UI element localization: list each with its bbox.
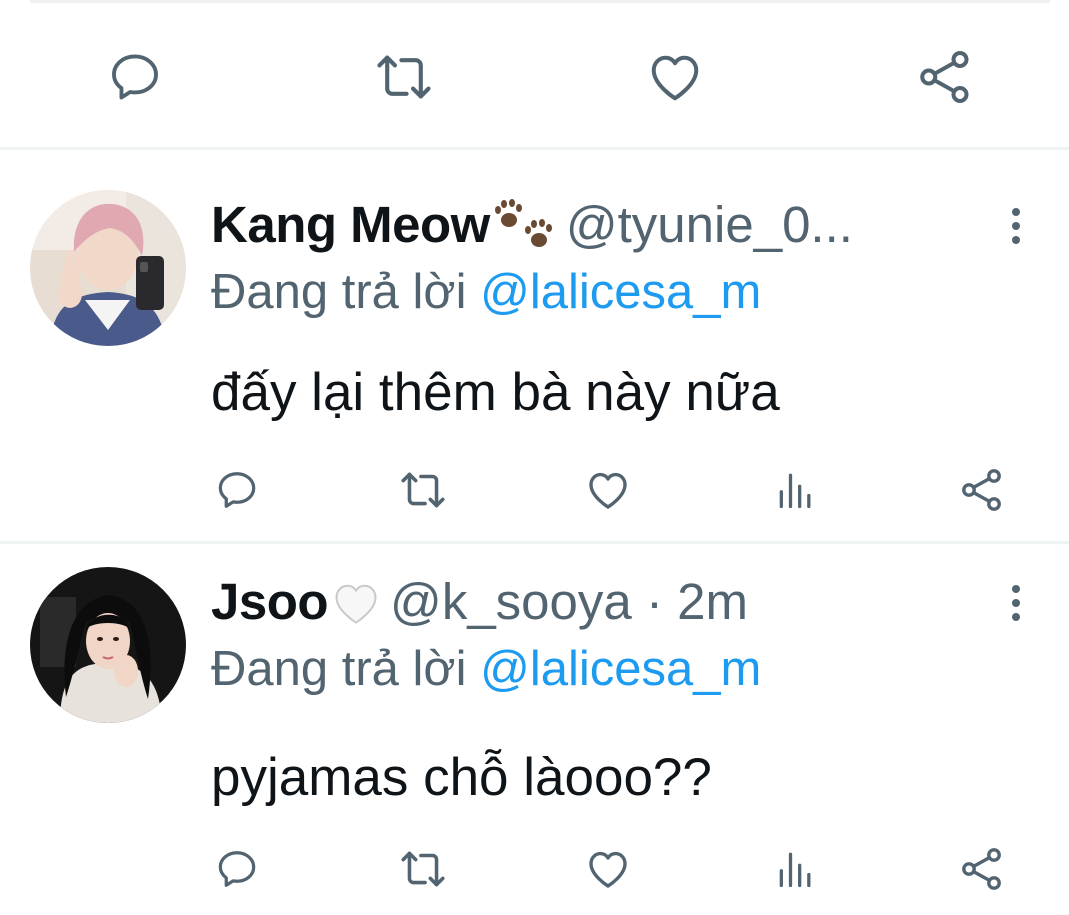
more-options-button[interactable] — [996, 581, 1036, 625]
share-button[interactable] — [950, 458, 1014, 522]
tweet-header: Kang Meow @tyunie_0... — [211, 190, 853, 260]
retweet-icon — [401, 472, 445, 508]
heart-icon — [651, 55, 699, 101]
analytics-icon — [779, 852, 811, 888]
display-name[interactable]: Jsoo — [211, 567, 329, 637]
heart-icon — [589, 851, 627, 888]
retweet-button[interactable] — [391, 458, 455, 522]
avatar[interactable] — [30, 190, 186, 346]
retweet-button[interactable] — [372, 45, 436, 109]
like-button[interactable] — [576, 458, 640, 522]
retweet-icon — [377, 55, 431, 99]
user-handle: @tyunie_0... — [565, 196, 853, 253]
paw-prints-emoji — [492, 198, 558, 252]
share-icon — [920, 51, 969, 103]
more-dot — [1012, 585, 1020, 593]
more-dot — [1012, 613, 1020, 621]
timestamp[interactable]: · 2m — [632, 567, 748, 637]
white-heart-emoji — [330, 578, 382, 626]
more-options-button[interactable] — [996, 204, 1036, 248]
reply-bubble-icon — [218, 851, 256, 887]
section-divider — [0, 541, 1069, 544]
replying-to-line: Đang trả lời @lalicesa_m — [211, 262, 761, 322]
reply-bubble-icon — [218, 472, 256, 508]
avatar[interactable] — [30, 567, 186, 723]
more-dot — [1012, 599, 1020, 607]
share-button[interactable] — [913, 45, 977, 109]
reply-tweet[interactable]: Jsoo @k_sooya · 2m Đang trả lời @lalices… — [0, 567, 1069, 915]
reply-button[interactable] — [103, 45, 167, 109]
reply-tweet[interactable]: Kang Meow @tyunie_0... Đang trả lời @lal… — [0, 190, 1069, 540]
share-icon — [962, 848, 1001, 890]
more-dot — [1012, 208, 1020, 216]
analytics-icon — [779, 473, 811, 509]
like-button[interactable] — [576, 837, 640, 901]
section-divider — [0, 147, 1069, 150]
retweet-button[interactable] — [391, 837, 455, 901]
replying-prefix: Đang trả lời — [211, 642, 467, 696]
user-handle: @k_sooya — [390, 573, 632, 630]
replying-to-mention[interactable]: @lalicesa_m — [480, 265, 761, 319]
replying-to-line: Đang trả lời @lalicesa_m — [211, 639, 761, 699]
tweet-text: đấy lại thêm bà này nữa — [211, 363, 780, 422]
like-button[interactable] — [643, 45, 707, 109]
more-dot — [1012, 236, 1020, 244]
display-name[interactable]: Kang Meow — [211, 190, 490, 260]
more-dot — [1012, 222, 1020, 230]
share-button[interactable] — [950, 837, 1014, 901]
analytics-button[interactable] — [764, 458, 828, 522]
reply-bubble-icon — [112, 54, 158, 100]
tweet-header: Jsoo @k_sooya · 2m — [211, 567, 748, 637]
share-icon — [962, 469, 1001, 511]
replying-prefix: Đang trả lời — [211, 265, 467, 319]
retweet-icon — [401, 851, 445, 887]
reply-button[interactable] — [205, 837, 269, 901]
analytics-button[interactable] — [764, 837, 828, 901]
tweet-action-bar — [0, 45, 1069, 109]
top-divider — [30, 0, 1050, 3]
reply-action-bar — [0, 837, 1069, 901]
tweet-text: pyjamas chỗ làooo?? — [211, 748, 712, 807]
reply-button[interactable] — [205, 458, 269, 522]
reply-action-bar — [0, 458, 1069, 522]
replying-to-mention[interactable]: @lalicesa_m — [480, 642, 761, 696]
heart-icon — [589, 472, 627, 509]
